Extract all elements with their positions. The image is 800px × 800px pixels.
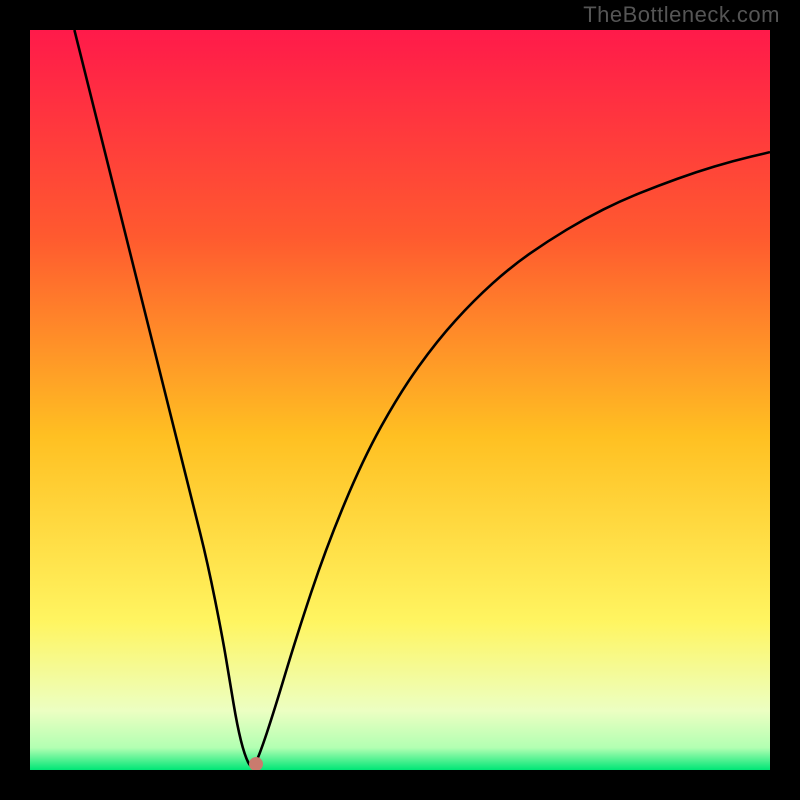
plot-area bbox=[30, 30, 770, 770]
minimum-marker-dot bbox=[249, 757, 263, 770]
bottleneck-curve bbox=[74, 30, 770, 766]
watermark-text: TheBottleneck.com bbox=[583, 2, 780, 28]
curve-svg bbox=[30, 30, 770, 770]
chart-frame: TheBottleneck.com bbox=[0, 0, 800, 800]
